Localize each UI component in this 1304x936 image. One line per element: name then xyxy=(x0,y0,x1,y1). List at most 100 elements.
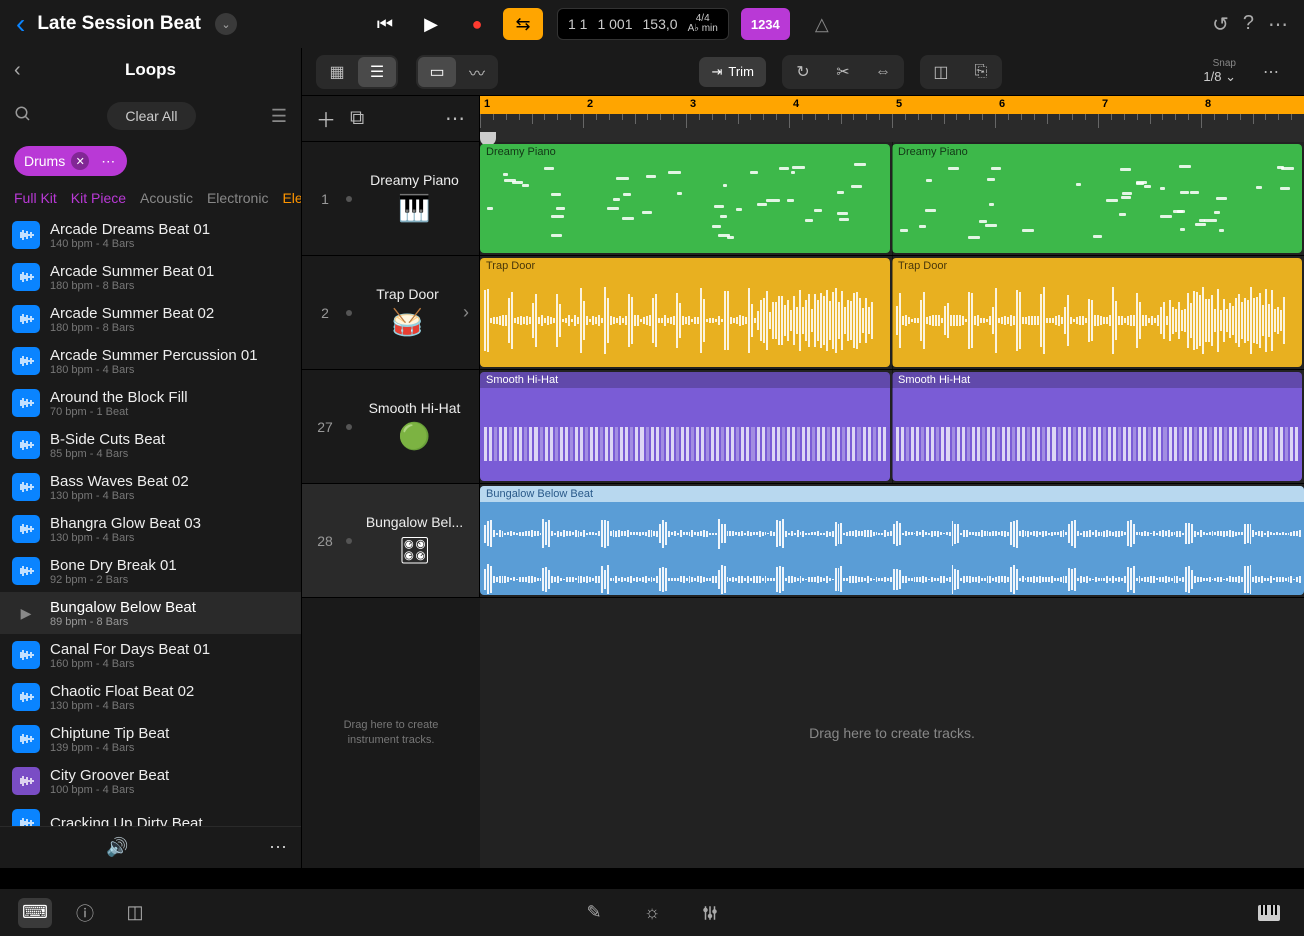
tempo: 153,0 xyxy=(643,16,678,32)
track-header[interactable]: 28Bungalow Bel...🎛 xyxy=(302,484,479,598)
subfilter[interactable]: Electronic xyxy=(207,190,268,206)
waveform-icon xyxy=(12,725,40,753)
keyboard-button[interactable] xyxy=(1252,898,1286,928)
scissors-tool-button[interactable]: ✂ xyxy=(824,57,862,87)
loop-item[interactable]: Arcade Summer Beat 02180 bpm - 8 Bars xyxy=(0,298,301,340)
filter-more-icon[interactable]: ⋯ xyxy=(95,153,121,170)
waveform-icon xyxy=(12,263,40,291)
project-title[interactable]: Late Session Beat xyxy=(37,13,201,35)
region-view-button[interactable]: ▭ xyxy=(418,57,456,87)
waveform-icon xyxy=(12,431,40,459)
waveform-icon xyxy=(12,767,40,795)
waveform-icon xyxy=(12,473,40,501)
play-button[interactable]: ▶ xyxy=(411,8,451,40)
remove-filter-icon[interactable]: ✕ xyxy=(71,152,89,170)
clear-all-button[interactable]: Clear All xyxy=(107,102,195,130)
browser-button[interactable]: ◫ xyxy=(118,898,152,928)
workspace: ▦ ☰ ▭ 〰 ⇥ Trim ↻ ✂ ⇔ ◫ ⎘ Snap 1/8 xyxy=(302,48,1304,868)
edit-button[interactable]: ✎ xyxy=(577,898,611,928)
loop-list[interactable]: Arcade Dreams Beat 01140 bpm - 4 BarsArc… xyxy=(0,214,301,826)
drop-hint-instrument[interactable]: Drag here to create instrument tracks. xyxy=(302,598,480,868)
lcd-display[interactable]: 1 1 1 001 153,0 4/4 A♭ min xyxy=(557,8,729,40)
library-button[interactable]: ⌨ xyxy=(18,898,52,928)
go-to-start-button[interactable]: ⏮ xyxy=(365,8,405,40)
loop-item[interactable]: ▶Bungalow Below Beat89 bpm - 8 Bars xyxy=(0,592,301,634)
track-lane[interactable]: Dreamy PianoDreamy Piano xyxy=(480,142,1304,256)
region[interactable]: Smooth Hi-Hat xyxy=(892,372,1302,481)
loop-tool-button[interactable]: ↻ xyxy=(784,57,822,87)
record-button[interactable]: ● xyxy=(457,8,497,40)
top-right-actions: ↺ ? ⋯ xyxy=(1212,12,1288,37)
loop-item[interactable]: Arcade Summer Percussion 01180 bpm - 4 B… xyxy=(0,340,301,382)
marquee-tool-button[interactable]: ◫ xyxy=(922,57,960,87)
subfilter[interactable]: Acoustic xyxy=(140,190,193,206)
snap-control[interactable]: Snap 1/8 ⌄ xyxy=(1203,58,1236,85)
sidebar-back-button[interactable]: ‹ xyxy=(14,59,21,82)
automation-view-button[interactable]: 〰 xyxy=(458,57,496,87)
region[interactable]: Bungalow Below Beat xyxy=(480,486,1304,595)
play-icon[interactable]: ▶ xyxy=(12,599,40,627)
sidebar-more-icon[interactable]: ⋯ xyxy=(269,837,287,858)
smart-controls-button[interactable]: ☼ xyxy=(635,898,669,928)
waveform-icon xyxy=(12,347,40,375)
track-lane[interactable]: Trap DoorTrap Door xyxy=(480,256,1304,370)
loop-item[interactable]: City Groover Beat100 bpm - 4 Bars xyxy=(0,760,301,802)
info-button[interactable]: ⓘ xyxy=(68,898,102,928)
trim-icon: ⇥ xyxy=(711,64,722,80)
region[interactable]: Dreamy Piano xyxy=(892,144,1302,253)
bar-number: 4 xyxy=(793,98,799,110)
ruler[interactable]: 12345678 xyxy=(480,96,1304,142)
loop-item[interactable]: Bhangra Glow Beat 03130 bpm - 4 Bars xyxy=(0,508,301,550)
transport-controls: ⏮ ▶ ● ⇆ 1 1 1 001 153,0 4/4 A♭ min 1234 … xyxy=(365,8,842,40)
track-lane[interactable]: Bungalow Below Beat xyxy=(480,484,1304,598)
subfilter[interactable]: Ele xyxy=(282,190,301,206)
region[interactable]: Trap Door xyxy=(892,258,1302,367)
disclosure-icon[interactable]: › xyxy=(463,302,469,323)
stretch-tool-button[interactable]: ⇔ xyxy=(864,57,902,87)
loop-item[interactable]: Chaotic Float Beat 02130 bpm - 4 Bars xyxy=(0,676,301,718)
mixer-button[interactable] xyxy=(693,898,727,928)
more-icon[interactable]: ⋯ xyxy=(1268,12,1288,37)
search-icon[interactable] xyxy=(14,105,32,128)
drop-hint-tracks[interactable]: Drag here to create tracks. xyxy=(480,598,1304,868)
loop-item[interactable]: Arcade Summer Beat 01180 bpm - 8 Bars xyxy=(0,256,301,298)
position-sub: 1 001 xyxy=(597,16,632,32)
track-instrument-icon: 🎛 xyxy=(398,534,432,568)
workspace-more-icon[interactable]: ⋯ xyxy=(1252,57,1290,87)
track-more-icon[interactable]: ⋯ xyxy=(445,106,465,131)
loop-item[interactable]: B-Side Cuts Beat85 bpm - 4 Bars xyxy=(0,424,301,466)
bar-number: 1 xyxy=(484,98,490,110)
view-grid-button[interactable]: ▦ xyxy=(318,57,356,87)
region[interactable]: Trap Door xyxy=(480,258,890,367)
view-list-button[interactable]: ☰ xyxy=(358,57,396,87)
loop-item[interactable]: Bone Dry Break 0192 bpm - 2 Bars xyxy=(0,550,301,592)
cycle-button[interactable]: ⇆ xyxy=(503,8,543,40)
project-dropdown[interactable]: ⌄ xyxy=(215,13,237,35)
duplicate-track-button[interactable]: ⧉ xyxy=(350,107,364,130)
help-icon[interactable]: ? xyxy=(1243,12,1254,37)
undo-icon[interactable]: ↺ xyxy=(1212,12,1229,37)
subfilter[interactable]: Kit Piece xyxy=(71,190,126,206)
filter-chip-drums[interactable]: Drums ✕ ⋯ xyxy=(14,146,127,176)
loop-item[interactable]: Bass Waves Beat 02130 bpm - 4 Bars xyxy=(0,466,301,508)
region[interactable]: Smooth Hi-Hat xyxy=(480,372,890,481)
track-lane[interactable]: Smooth Hi-HatSmooth Hi-Hat xyxy=(480,370,1304,484)
category-icon[interactable]: ☰ xyxy=(271,106,287,127)
loop-item[interactable]: Cracking Up Dirty Beat xyxy=(0,802,301,826)
add-track-button[interactable]: ＋ xyxy=(316,104,336,133)
subfilter[interactable]: Full Kit xyxy=(14,190,57,206)
track-header[interactable]: 2Trap Door🥁› xyxy=(302,256,479,370)
loop-item[interactable]: Canal For Days Beat 01160 bpm - 4 Bars xyxy=(0,634,301,676)
volume-icon[interactable]: 🔊 xyxy=(106,837,128,858)
count-in-button[interactable]: 1234 xyxy=(741,8,790,40)
region[interactable]: Dreamy Piano xyxy=(480,144,890,253)
metronome-button[interactable]: △ xyxy=(802,8,842,40)
track-header[interactable]: 27Smooth Hi-Hat🟢 xyxy=(302,370,479,484)
loop-item[interactable]: Arcade Dreams Beat 01140 bpm - 4 Bars xyxy=(0,214,301,256)
copy-tool-button[interactable]: ⎘ xyxy=(962,57,1000,87)
loop-item[interactable]: Around the Block Fill70 bpm - 1 Beat xyxy=(0,382,301,424)
trim-tool-button[interactable]: ⇥ Trim xyxy=(699,57,765,87)
track-header[interactable]: 1Dreamy Piano🎹 xyxy=(302,142,479,256)
back-button[interactable]: ‹ xyxy=(16,8,25,40)
loop-item[interactable]: Chiptune Tip Beat139 bpm - 4 Bars xyxy=(0,718,301,760)
